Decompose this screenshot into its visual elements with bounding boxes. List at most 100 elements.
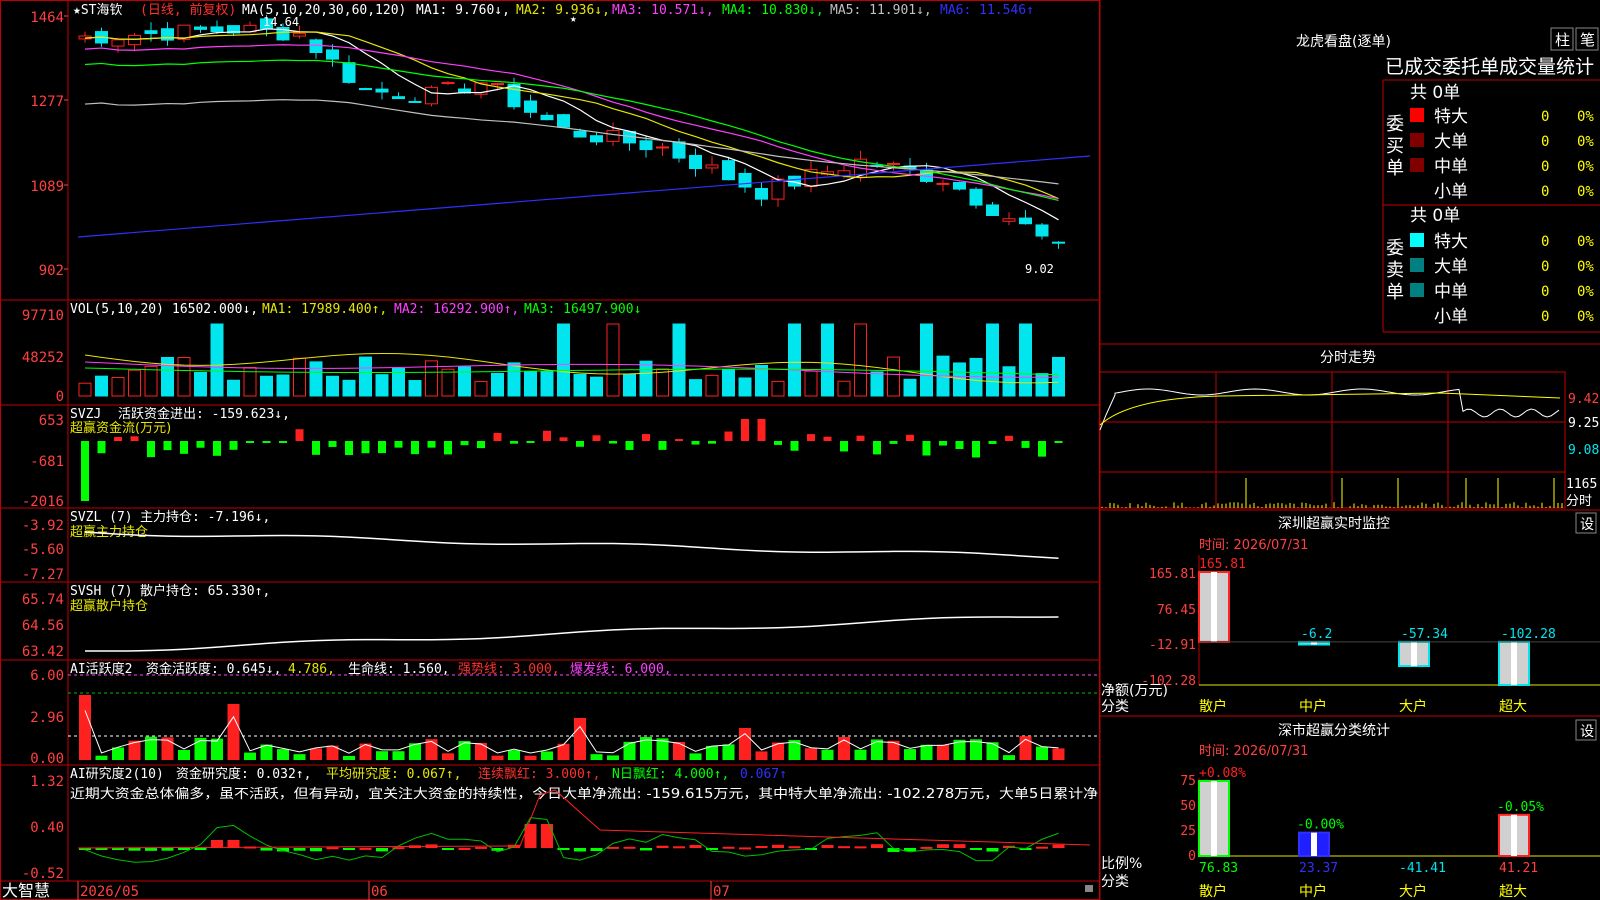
vol-y-axis: 97710 48252 0 [22,308,64,405]
buy-label-char: 单 [1386,158,1404,179]
ai1-bar [161,737,174,760]
svsh-line[interactable] [84,616,1059,652]
ai2-bar [607,846,619,849]
period-label[interactable]: (日线, 前复权) [140,2,236,18]
intraday-tick: 9.25 [1568,416,1599,431]
ma-line [84,59,1059,201]
legend-swatch [1410,133,1424,147]
price-candle [524,100,537,113]
ai1-bar [937,744,949,760]
svzj-bar [658,441,667,450]
price-candle [507,83,521,108]
buy-label-char: 买 [1386,136,1404,157]
x-label: 07 [713,884,730,900]
ai2-bar [293,848,306,851]
stats-tick: 0 [1188,849,1196,864]
svzj-bar [180,441,188,454]
price-candle [210,26,224,33]
stock-name[interactable]: ★ST海钦 [73,3,122,18]
intraday-lines[interactable] [1099,388,1563,508]
svzj-bar [213,441,221,456]
ai1-bar [227,704,240,760]
price-candle [887,162,900,165]
vol-ma-line [84,352,1059,384]
price-candle [606,129,620,142]
vol-bar [491,372,504,397]
ai1-bar [293,754,306,760]
price-candles[interactable] [78,14,1065,249]
ai1-bar [458,741,471,760]
row-name: 中单 [1434,157,1468,177]
vol-bar [672,323,686,397]
vol-bar [887,356,900,397]
svzj-bar [790,441,799,451]
svzj-bar [906,434,914,441]
ai1-bar [1052,748,1065,760]
svsh-header: SVSH (7) 散户持仓: 65.330↑, 超赢散户持仓 [70,583,270,614]
lock-icon[interactable] [1085,885,1093,892]
vol-ma3: MA3: 16497.900↓ [524,302,641,317]
svsh-label: SVSH (7) [70,584,133,599]
svzj-bar [691,441,700,445]
bar-mode-label: 柱 [1555,31,1570,49]
svzj-bar [559,437,568,441]
svsh-y-axis: 65.74 64.56 63.42 [22,592,64,660]
ai2-bar [953,844,966,848]
svzj-name: 活跃资金进出: -159.623↓, [118,406,290,422]
ai2-bar [739,847,751,850]
vol-bar [689,379,702,397]
sz-monitor-title: 深圳超赢实时监控 [1278,515,1390,532]
svzj-bar [130,436,139,441]
buy-label-char: 委 [1386,114,1404,135]
sz-tick: 76.45 [1157,603,1196,618]
tick-mode-label: 笔 [1580,31,1595,49]
ai2-bar [755,845,768,848]
svzl-line[interactable] [84,531,1059,559]
ai1-bar [607,755,619,760]
row-count: 0 [1541,284,1549,300]
sz-stats-time: 时间: 2026/07/31 [1199,744,1308,759]
svzj-bar [1038,441,1046,457]
price-candle [491,83,504,86]
row-count: 0 [1541,234,1549,250]
stats-bar-highlight [1311,832,1317,856]
ai1-bars[interactable] [68,674,1100,760]
price-candle [1002,218,1016,222]
price-tick: 1089 [30,179,64,195]
sz-bar-value: 165.81 [1199,557,1246,572]
vol-bar [78,382,92,397]
ai2-bar [376,848,388,852]
ai1-bar [211,738,223,760]
sz-stats-bars[interactable]: +0.08% -0.00% -0.05% [1198,766,1544,858]
vol-bar [1002,366,1016,397]
price-candle [672,141,686,159]
ai2-tick: 1.32 [30,774,64,790]
sz-tick: -12.91 [1149,638,1196,653]
price-y-axis: 1464 1277 1089 902 [30,10,64,279]
svzj-bar [114,437,122,441]
svzj-bar [147,441,155,458]
stats-ylabel: 比例% [1101,856,1142,872]
trading-terminal: ★ST海钦 (日线, 前复权) MA(5,10,20,30,60,120) MA… [0,0,1600,900]
vol-bar [639,360,653,397]
vol-bar [276,374,290,397]
sz-monitor-bars[interactable]: 165.81 -6.2 -57.34 -102.28 [1198,557,1600,687]
ai2-bar [260,848,273,851]
ai2-bar [673,846,685,849]
svsh-subtitle: 超赢散户持仓 [70,598,148,614]
price-candle [986,204,999,217]
ma5-value: MA5: 11.901↓, [830,3,932,18]
vol-bars[interactable] [78,323,1065,397]
svzj-bar [1021,441,1030,448]
svzj-bar [246,441,254,443]
svzj-bar [972,441,980,458]
app-name: 大智慧 [2,881,50,900]
ai2-bar [194,848,207,850]
ma-line [84,28,1059,221]
svzj-bars[interactable] [81,419,1063,501]
price-candle [705,164,719,169]
ai1-bar [244,752,256,760]
price-candle [144,30,158,34]
ai2-nday: N日飘红: 4.000↑, [612,766,729,782]
stats-xlabel: 分类 [1101,874,1129,890]
